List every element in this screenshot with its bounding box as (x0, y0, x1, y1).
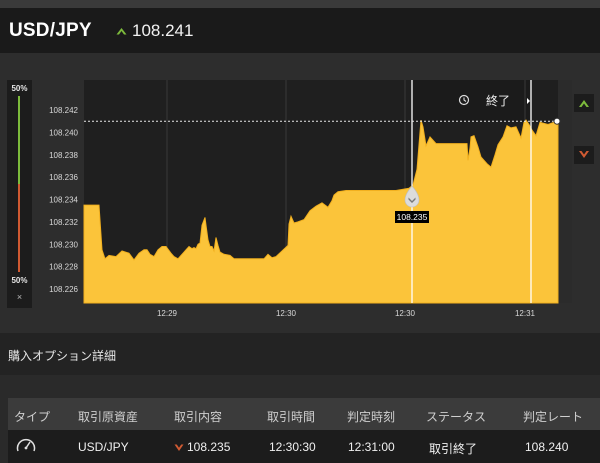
column-header-asset: 取引原資産 (78, 410, 139, 424)
y-tick-label-3: 108.236 (49, 173, 78, 182)
x-tick-label-0: 12:29 (157, 309, 178, 318)
y-tick-label-8: 108.226 (49, 285, 78, 294)
column-header-judge-time: 判定時刻 (347, 410, 396, 424)
x-tick-label-3: 12:31 (515, 309, 536, 318)
y-axis-ticks: 108.242 108.240 108.238 108.236 108.234 108.2… (49, 106, 78, 294)
column-header-trade-time: 取引時間 (267, 410, 316, 424)
entry-price-label: 108.235 (397, 212, 428, 222)
column-header-trade: 取引内容 (174, 410, 223, 424)
cell-status: 取引終了 (429, 442, 478, 456)
end-label-box (412, 80, 531, 122)
chevron-down-icon (579, 151, 589, 158)
column-header-status: ステータス (426, 410, 487, 424)
details-table-header: タイプ 取引原資産 取引内容 取引時間 判定時刻 ステータス 判定レート (8, 398, 600, 430)
cell-asset: USD/JPY (78, 440, 129, 454)
chevron-up-icon (579, 100, 589, 107)
price-chart: 終了 108.235 108.242108.240108.238108.2361… (49, 80, 572, 318)
y-tick-label-7: 108.228 (49, 263, 78, 272)
cell-trade: 108.235 (174, 440, 230, 454)
x-tick-label-1: 12:30 (276, 309, 297, 318)
details-section-title: 購入オプション詳細 (8, 349, 117, 363)
x-tick-label-2: 12:30 (395, 309, 416, 318)
cell-trade-time: 12:30:30 (269, 440, 316, 454)
high-button[interactable] (574, 94, 594, 112)
chevron-down-icon (174, 444, 184, 451)
current-price-dot (553, 117, 561, 125)
y-tick-label-0: 108.242 (49, 106, 78, 115)
cell-judge-rate: 108.240 (525, 440, 569, 454)
column-header-type: タイプ (14, 410, 51, 424)
y-tick-label-1: 108.240 (49, 128, 78, 137)
end-label: 終了 (486, 93, 510, 108)
low-button[interactable] (574, 146, 594, 164)
speedometer-icon (16, 438, 36, 452)
column-header-judge-rate: 判定レート (523, 410, 584, 424)
cell-trade-price: 108.235 (187, 440, 231, 454)
y-tick-label-6: 108.230 (49, 240, 78, 249)
x-axis-ticks: 12:29 12:30 12:30 12:31 (157, 309, 536, 318)
y-tick-label-5: 108.232 (49, 218, 78, 227)
table-row[interactable]: USD/JPY 108.235 12:30:30 12:31:00 取引終了 1… (8, 430, 600, 463)
y-tick-label-2: 108.238 (49, 151, 78, 160)
y-tick-label-4: 108.234 (49, 196, 78, 205)
cell-judge-time: 12:31:00 (348, 440, 395, 454)
